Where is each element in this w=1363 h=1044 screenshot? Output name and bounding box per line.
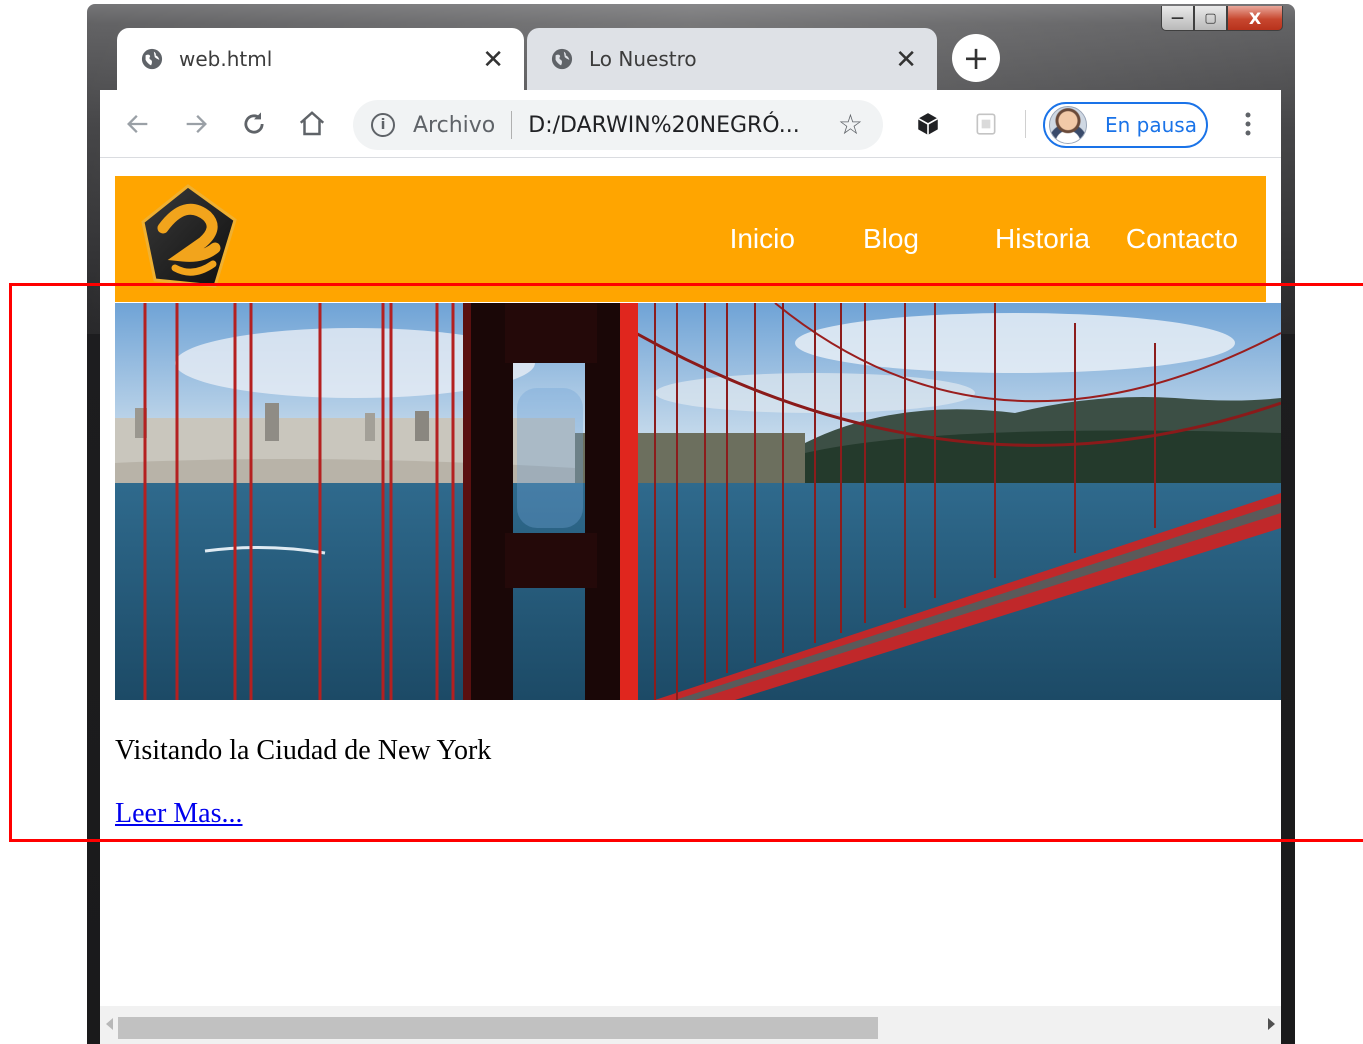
back-arrow-icon[interactable] (114, 90, 162, 158)
scroll-right-arrow-icon[interactable] (1268, 1018, 1275, 1030)
scrollbar-thumb[interactable] (118, 1017, 878, 1039)
hero-bridge-image (115, 303, 1281, 700)
tab-title: Lo Nuestro (589, 47, 697, 71)
browser-toolbar: i Archivo D:/DARWIN%20NEGRÓ... ☆ En paus… (100, 90, 1281, 158)
site-logo[interactable] (133, 182, 243, 292)
address-scheme-label: Archivo (413, 112, 496, 138)
address-bar[interactable]: i Archivo D:/DARWIN%20NEGRÓ... ☆ (353, 100, 883, 150)
new-tab-button[interactable]: + (952, 34, 1000, 82)
close-tab-icon[interactable]: ✕ (482, 45, 504, 75)
site-header: Inicio Blog Historia Contacto (115, 176, 1266, 302)
desktop-edge (0, 295, 88, 1044)
profile-status-label: En pausa (1105, 113, 1197, 137)
horizontal-scrollbar[interactable] (100, 1006, 1281, 1044)
toolbar-divider (1025, 110, 1026, 138)
browser-window: — ▢ X web.html ✕ Lo Nuestro ✕ + i Archiv… (87, 4, 1295, 1044)
tab-web-html[interactable]: web.html ✕ (117, 28, 524, 90)
globe-icon (141, 48, 163, 70)
home-icon[interactable] (288, 90, 336, 158)
nav-link-blog[interactable]: Blog (863, 223, 919, 255)
kebab-menu-icon[interactable] (1228, 90, 1268, 158)
window-close-button[interactable]: X (1227, 6, 1283, 31)
read-more-link[interactable]: Leer Mas... (115, 798, 243, 830)
globe-icon (551, 48, 573, 70)
maximize-button[interactable]: ▢ (1194, 6, 1227, 31)
avatar (1049, 106, 1087, 144)
nav-link-inicio[interactable]: Inicio (730, 223, 795, 255)
forward-arrow-icon[interactable] (172, 90, 220, 158)
nav-link-contacto[interactable]: Contacto (1126, 223, 1238, 255)
main-nav: Inicio Blog Historia Contacto (730, 176, 1238, 302)
hero-caption: Visitando la Ciudad de New York (115, 735, 492, 766)
window-controls: — ▢ X (1161, 6, 1283, 31)
star-icon[interactable]: ☆ (838, 108, 863, 141)
puzzle-extension-icon[interactable] (966, 90, 1006, 158)
cube-extension-icon[interactable] (908, 90, 948, 158)
nav-link-historia[interactable]: Historia (995, 223, 1090, 255)
info-icon[interactable]: i (371, 113, 395, 137)
page-viewport: Inicio Blog Historia Contacto Visitando … (100, 158, 1281, 1006)
address-url[interactable]: D:/DARWIN%20NEGRÓ... (528, 113, 799, 138)
profile-button[interactable]: En pausa (1043, 102, 1208, 148)
scroll-left-arrow-icon[interactable] (106, 1018, 113, 1030)
address-divider (511, 111, 513, 139)
minimize-button[interactable]: — (1161, 6, 1194, 31)
close-tab-icon[interactable]: ✕ (895, 45, 917, 75)
tab-lo-nuestro[interactable]: Lo Nuestro ✕ (527, 28, 937, 90)
reload-icon[interactable] (230, 90, 278, 158)
tab-title: web.html (179, 47, 273, 71)
